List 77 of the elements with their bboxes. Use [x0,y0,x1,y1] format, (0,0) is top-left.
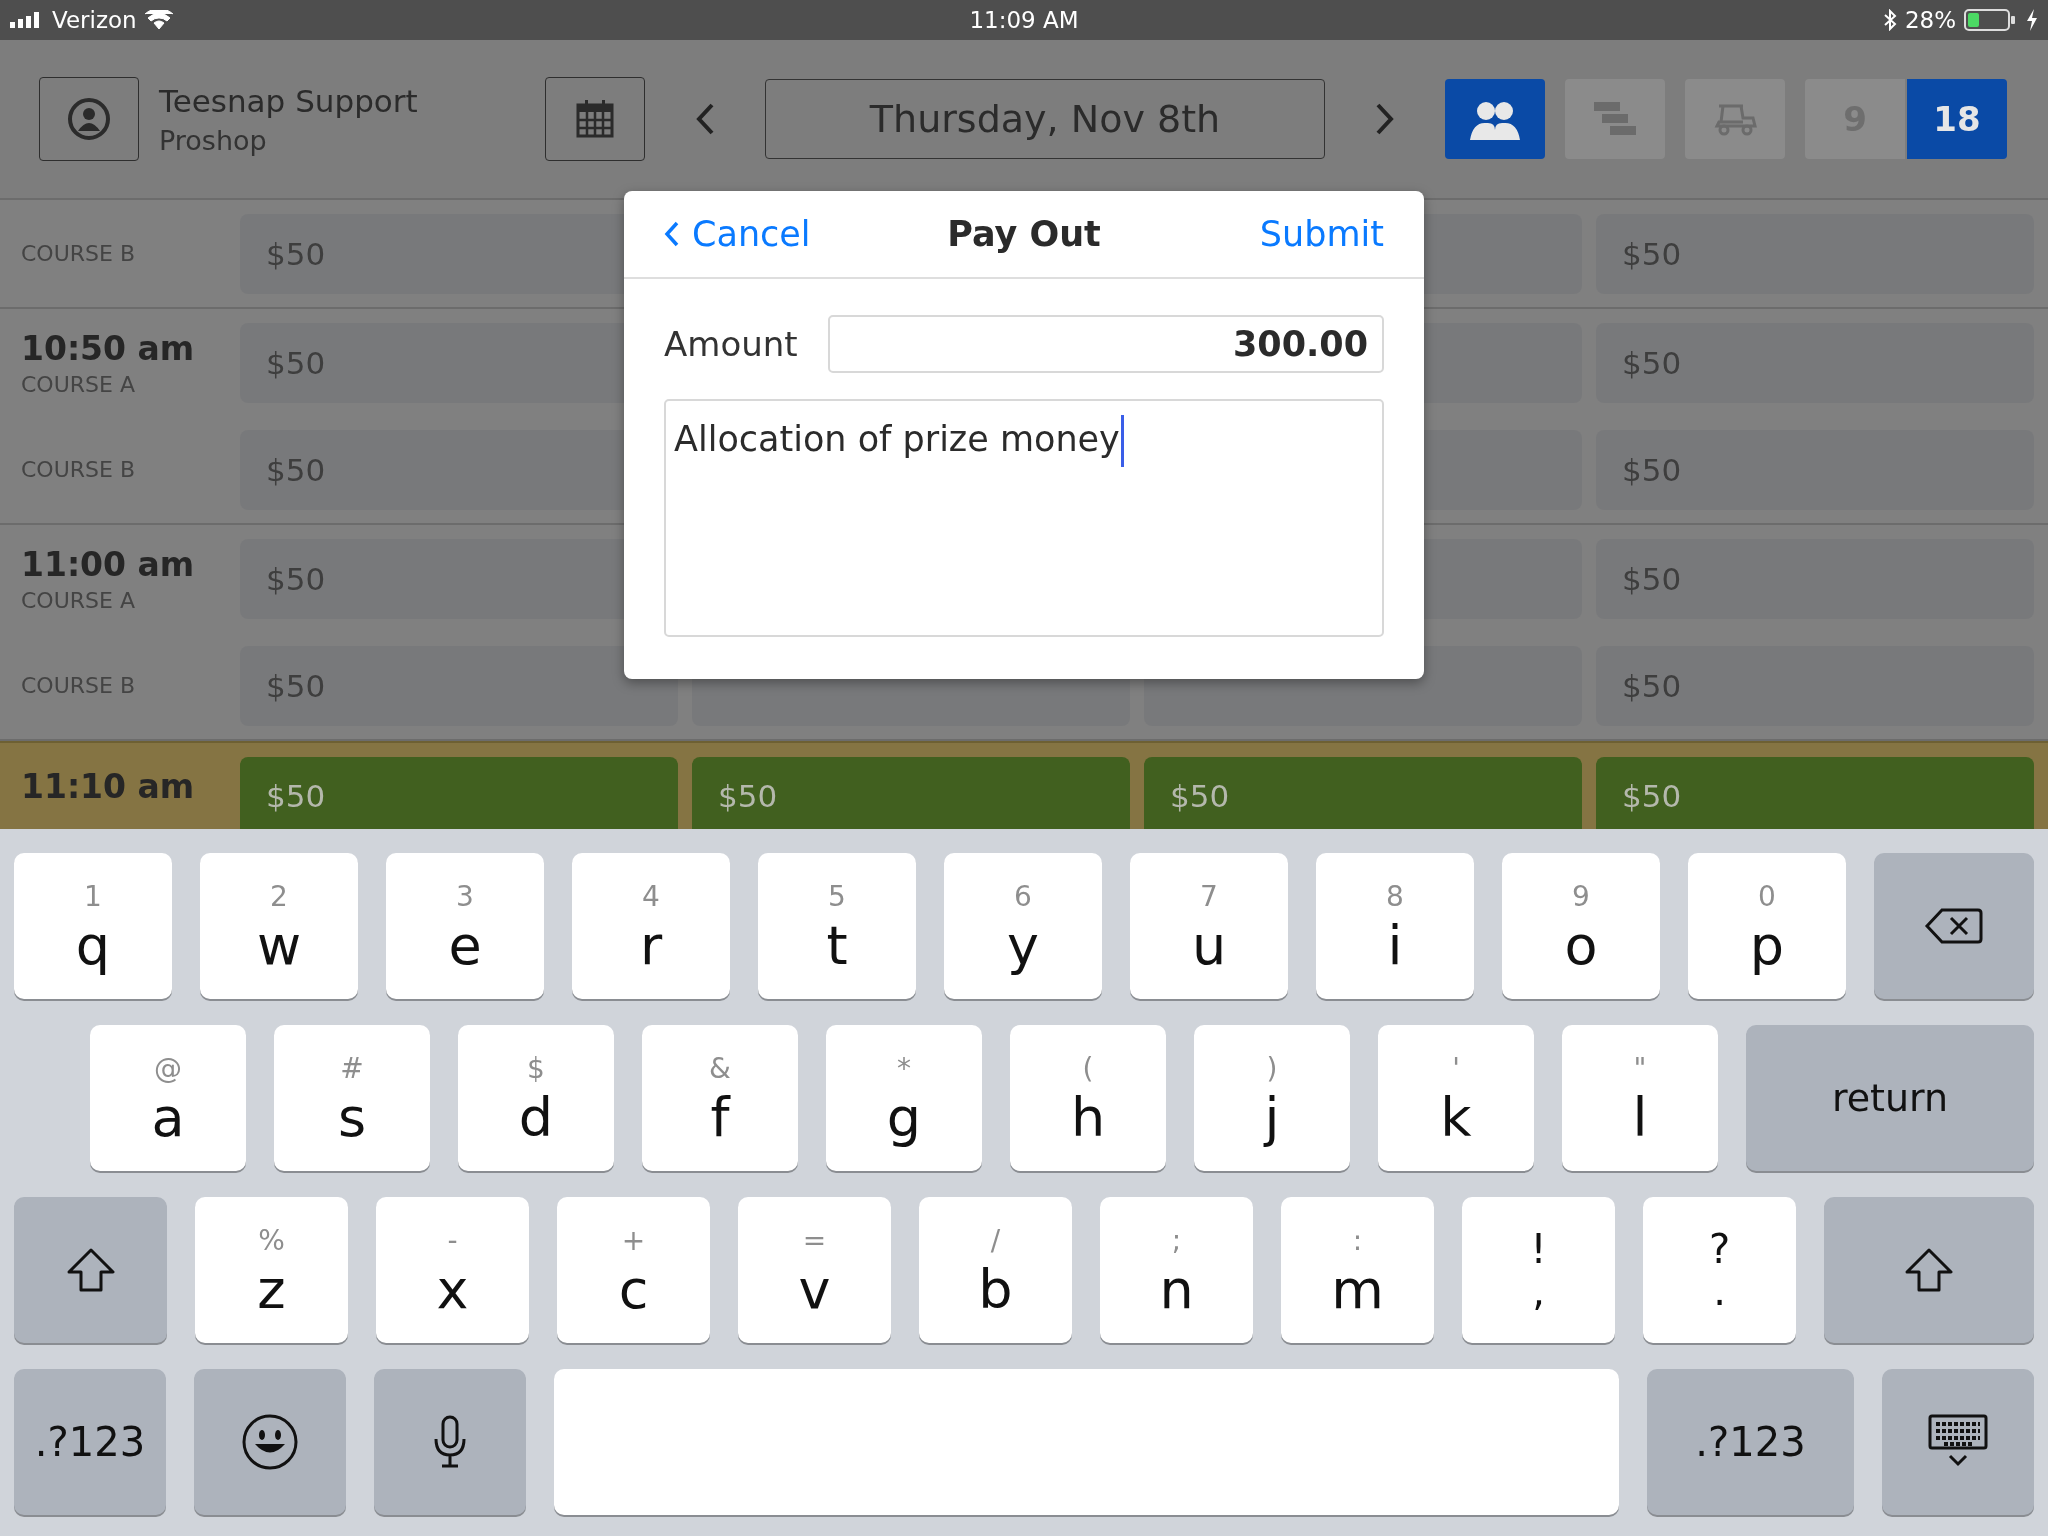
letter-key[interactable]: : m [1281,1197,1434,1343]
profile-button[interactable] [39,77,139,161]
letter-key[interactable]: " l [1562,1025,1718,1171]
letter-key[interactable]: = v [738,1197,891,1343]
golf-cart-icon [1713,102,1757,136]
user-icon [67,97,111,141]
letter-key[interactable]: 1 q [14,853,172,999]
bluetooth-icon [1882,9,1897,31]
chevron-right-icon [1374,102,1396,136]
punctuation-key[interactable]: ? . [1643,1197,1796,1343]
letter-key[interactable]: 5 t [758,853,916,999]
return-key[interactable]: return [1746,1025,2034,1171]
numbers-key[interactable]: .?123 [14,1369,166,1515]
holes-button[interactable]: 18 [1907,79,2007,159]
clock-time: 11:09 AM [969,7,1079,33]
letter-key[interactable]: ' k [1378,1025,1534,1171]
tee-time: 11:10 am [21,767,196,806]
user-role: Proshop [159,124,268,156]
letter-key[interactable]: ( h [1010,1025,1166,1171]
emoji-key[interactable] [194,1369,346,1515]
letter-key[interactable]: # s [274,1025,430,1171]
carrier-name: Verizon [52,7,137,33]
amount-field[interactable]: 300.00 [828,315,1384,373]
course-label: COURSE A [21,587,136,613]
course-label: COURSE B [21,241,137,266]
letter-key[interactable]: 0 p [1688,853,1846,999]
shift-icon [1904,1247,1954,1293]
view-button[interactable] [1445,79,1545,159]
shift-key[interactable] [14,1197,167,1343]
smiley-icon [241,1413,299,1471]
tee-slot[interactable]: $50 [1596,757,2034,829]
letter-key[interactable]: 4 r [572,853,730,999]
chevron-left-icon [664,220,680,248]
course-label: COURSE B [21,457,137,482]
course-label: COURSE B [21,673,137,698]
chevron-left-icon [694,102,716,136]
letter-key[interactable]: ) j [1194,1025,1350,1171]
letter-key[interactable]: ; n [1100,1197,1253,1343]
punctuation-key[interactable]: ! , [1462,1197,1615,1343]
tee-time: 10:50 am [21,328,196,368]
shift-icon [65,1247,116,1293]
backspace-icon [1924,906,1984,946]
tee-slot[interactable]: $50 [1144,757,1582,829]
numbers-key[interactable]: .?123 [1647,1369,1854,1515]
tee-time: 11:00 am [21,544,196,584]
dialog-title: Pay Out [947,214,1101,254]
letter-key[interactable]: 9 o [1502,853,1660,999]
user-name: Teesnap Support [159,82,419,119]
letter-key[interactable]: 2 w [200,853,358,999]
letter-key[interactable]: & f [642,1025,798,1171]
microphone-icon [433,1415,467,1469]
submit-button[interactable]: Submit [1259,214,1384,254]
letter-key[interactable]: - x [376,1197,529,1343]
hide-keyboard-key[interactable] [1882,1369,2034,1515]
letter-key[interactable]: 7 u [1130,853,1288,999]
letter-key[interactable]: / b [919,1197,1072,1343]
letter-key[interactable]: @ a [90,1025,246,1171]
bars-icon [1592,100,1638,138]
dictation-key[interactable] [374,1369,526,1515]
letter-key[interactable]: 3 e [386,853,544,999]
wifi-icon [144,10,173,30]
letter-key[interactable]: $ d [458,1025,614,1171]
letter-key[interactable]: 6 y [944,853,1102,999]
letter-key[interactable]: 8 i [1316,853,1474,999]
note-field[interactable]: Allocation of prize money [664,399,1384,637]
calendar-icon [575,99,615,139]
tee-slot[interactable]: $50 [240,757,678,829]
charging-icon [2026,9,2038,31]
letter-key[interactable]: * g [826,1025,982,1171]
letter-key[interactable]: + c [557,1197,710,1343]
battery-icon [1964,9,2018,31]
calendar-button[interactable] [545,77,645,161]
delete-key[interactable] [1874,853,2034,999]
letter-key[interactable]: % z [195,1197,348,1343]
tee-slot[interactable]: $50 [692,757,1130,829]
course-label: COURSE A [21,371,136,397]
battery-percent: 28% [1904,7,1956,33]
